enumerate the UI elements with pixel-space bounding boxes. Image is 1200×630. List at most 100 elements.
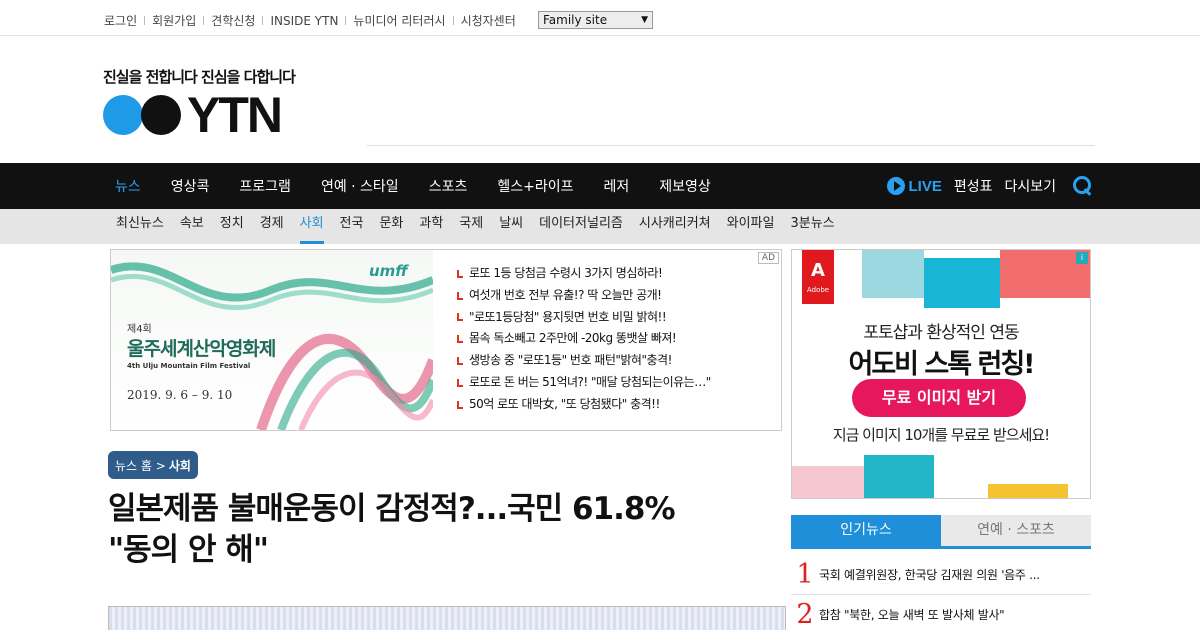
tab-entertainment-sports[interactable]: 연예 · 스포츠	[941, 515, 1091, 546]
ad-link-text: "로또1등당첨" 용지뒷면 번호 비밀 밝혀!!	[469, 309, 667, 324]
popular-tabs: 인기뉴스 연예 · 스포츠	[791, 515, 1091, 549]
side-ad-line-1: 포토샵과 환상적인 연동	[863, 323, 1019, 343]
ad-tile	[924, 258, 1000, 308]
subnav-breaking[interactable]: 속보	[172, 209, 212, 244]
side-ad-line-3: 지금 이미지 10개를 무료로 받으세요!	[832, 426, 1050, 444]
live-button[interactable]: LIVE	[887, 177, 942, 195]
nav-program[interactable]: 프로그램	[224, 176, 306, 196]
side-ad[interactable]: Adobe i 포토샵과 환상적인 연동 어도비 스톡 런칭! 무료 이미지 받…	[791, 249, 1091, 499]
subnav-weather[interactable]: 날씨	[491, 209, 531, 244]
media-literacy-link[interactable]: 뉴미디어 리터러시	[353, 12, 445, 29]
nav-video[interactable]: 영상콕	[156, 176, 225, 196]
subnav-science[interactable]: 과학	[411, 209, 451, 244]
ad-tile	[988, 484, 1068, 498]
breadcrumb[interactable]: 뉴스 홈 > 사회	[108, 451, 198, 479]
viewer-center-link[interactable]: 시청자센터	[461, 12, 516, 29]
info-icon[interactable]: i	[1076, 252, 1088, 264]
logo-black-dot	[141, 95, 181, 135]
list-item[interactable]: 1 국회 예결위원장, 한국당 김재원 의원 '음주 ...	[791, 555, 1091, 595]
schedule-link[interactable]: 편성표	[954, 176, 993, 196]
ad-badge[interactable]: AD	[757, 252, 779, 264]
festival-date: 2019. 9. 6 – 9. 10	[127, 388, 233, 402]
subnav-nationwide[interactable]: 전국	[332, 209, 372, 244]
article-headline: 일본제품 불매운동이 감정적?...국민 61.8% "동의 안 해"	[108, 489, 768, 571]
subnav-yfile[interactable]: 와이파일	[719, 209, 783, 244]
popular-news-list: 1 국회 예결위원장, 한국당 김재원 의원 '음주 ... 2 합참 "북한,…	[791, 555, 1091, 630]
ad-link[interactable]: 여섯개 번호 전부 유출!? 딱 오늘만 공개!	[457, 285, 711, 307]
chevron-down-icon: ▼	[641, 15, 648, 25]
nav-sports[interactable]: 스포츠	[414, 176, 483, 196]
family-site-select[interactable]: Family site ▼	[538, 11, 653, 29]
subnav-politics[interactable]: 정치	[212, 209, 252, 244]
ytn-logo[interactable]: YTN	[103, 87, 283, 143]
live-label: LIVE	[908, 177, 942, 195]
ad-link[interactable]: 몸속 독소빼고 2주만에 -20kg 똥뱃살 빠져!	[457, 328, 711, 350]
login-link[interactable]: 로그인	[104, 12, 137, 29]
ad-link-text: 50억 로또 대박女, "또 당첨됐다" 충격!!	[469, 396, 660, 411]
sub-nav: 최신뉴스 속보 정치 경제 사회 전국 문화 과학 국제 날씨 데이터저널리즘 …	[0, 209, 1200, 244]
ad-link[interactable]: 로또로 돈 버는 51억녀?! "매달 당첨되는이유는…"	[457, 372, 711, 394]
utility-links: 로그인 회원가입 견학신청 INSIDE YTN 뉴미디어 리터러시 시청자센터	[104, 12, 516, 29]
subnav-international[interactable]: 국제	[451, 209, 491, 244]
ad-tile	[792, 466, 864, 498]
ad-link-text: 로또로 돈 버는 51억녀?! "매달 당첨되는이유는…"	[469, 374, 711, 389]
ad-link-text: 생방송 중 "로또1등" 번호 패턴"밝혀"충격!	[469, 353, 672, 368]
ad-link[interactable]: 생방송 중 "로또1등" 번호 패턴"밝혀"충격!	[457, 350, 711, 372]
signup-link[interactable]: 회원가입	[152, 12, 196, 29]
free-image-button[interactable]: 무료 이미지 받기	[852, 379, 1026, 417]
bullet-icon	[457, 378, 463, 387]
article-image	[108, 606, 786, 630]
list-item[interactable]: 2 합참 "북한, 오늘 새벽 또 발사체 발사"	[791, 595, 1091, 630]
subnav-caricature[interactable]: 시사캐리커쳐	[631, 209, 719, 244]
breadcrumb-home[interactable]: 뉴스 홈 >	[115, 457, 166, 474]
ad-text-list: 로또 1등 당첨금 수령시 3가지 명심하라! 여섯개 번호 전부 유출!? 딱…	[457, 263, 711, 416]
subnav-3min-news[interactable]: 3분뉴스	[782, 209, 842, 244]
nav-news[interactable]: 뉴스	[100, 176, 156, 196]
ad-link[interactable]: 50억 로또 대박女, "또 당첨됐다" 충격!!	[457, 394, 711, 416]
bullet-icon	[457, 357, 463, 366]
family-site-value: Family site	[543, 13, 608, 27]
bullet-icon	[457, 400, 463, 409]
subnav-economy[interactable]: 경제	[252, 209, 292, 244]
nav-entertainment[interactable]: 연예 · 스타일	[306, 176, 414, 196]
festival-edition: 제4회	[127, 324, 152, 335]
nav-report-video[interactable]: 제보영상	[644, 176, 726, 196]
subnav-data-journalism[interactable]: 데이터저널리즘	[531, 209, 631, 244]
play-icon	[887, 177, 906, 195]
subnav-culture[interactable]: 문화	[371, 209, 411, 244]
news-title[interactable]: 국회 예결위원장, 한국당 김재원 의원 '음주 ...	[819, 566, 1087, 583]
subnav-latest[interactable]: 최신뉴스	[108, 209, 172, 244]
ad-link-text: 여섯개 번호 전부 유출!? 딱 오늘만 공개!	[469, 287, 662, 302]
nav-health[interactable]: 헬스+라이프	[482, 176, 588, 196]
subnav-society[interactable]: 사회	[292, 209, 332, 244]
inside-ytn-link[interactable]: INSIDE YTN	[270, 14, 338, 28]
news-title[interactable]: 합참 "북한, 오늘 새벽 또 발사체 발사"	[819, 606, 1087, 623]
replay-link[interactable]: 다시보기	[1004, 176, 1056, 196]
rank-number: 2	[796, 599, 814, 630]
utility-bar: 로그인 회원가입 견학신청 INSIDE YTN 뉴미디어 리터러시 시청자센터…	[0, 0, 1200, 36]
breadcrumb-section[interactable]: 사회	[169, 457, 191, 474]
ad-link-text: 로또 1등 당첨금 수령시 3가지 명심하라!	[469, 266, 663, 280]
logo-text: YTN	[187, 87, 283, 143]
festival-title: 울주세계산악영화제	[127, 338, 276, 360]
ad-link-text: 몸속 독소빼고 2주만에 -20kg 똥뱃살 빠져!	[469, 331, 677, 346]
headline-line-1: 일본제품 불매운동이 감정적?...국민 61.8%	[108, 491, 676, 527]
ad-link[interactable]: "로또1등당첨" 용지뒷면 번호 비밀 밝혀!!	[457, 307, 711, 329]
tab-popular-news[interactable]: 인기뉴스	[791, 515, 941, 546]
ad-link[interactable]: 로또 1등 당첨금 수령시 3가지 명심하라!	[457, 263, 711, 285]
rank-number: 1	[796, 559, 814, 590]
banner-ad[interactable]: umff 제4회 울주세계산악영화제 4th Ulju Mountain Fil…	[110, 249, 782, 431]
logo-blue-dot	[103, 95, 143, 135]
side-ad-headline: 어도비 스톡 런칭!	[848, 349, 1036, 380]
ad-tile	[864, 455, 934, 498]
festival-ad-art[interactable]: umff 제4회 울주세계산악영화제 4th Ulju Mountain Fil…	[111, 250, 433, 430]
nav-leisure[interactable]: 레저	[588, 176, 644, 196]
bullet-icon	[457, 291, 463, 300]
bullet-icon	[457, 313, 463, 322]
adobe-logo: Adobe	[802, 250, 834, 304]
search-icon[interactable]	[1072, 175, 1094, 197]
divider	[367, 145, 1095, 146]
slogan: 진실을 전합니다 진심을 다합니다	[103, 68, 296, 86]
tour-link[interactable]: 견학신청	[211, 12, 255, 29]
ad-tile	[862, 250, 924, 298]
